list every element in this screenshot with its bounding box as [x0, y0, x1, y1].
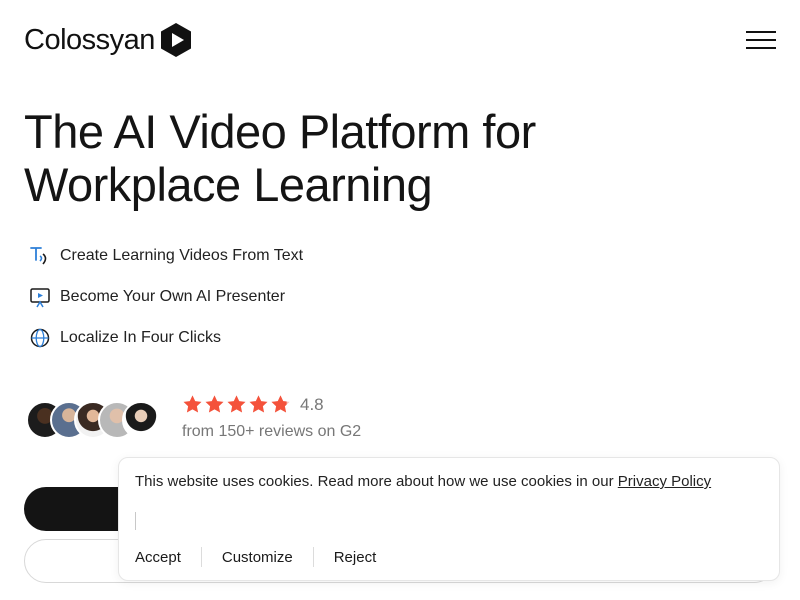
play-hexagon-icon [160, 23, 191, 57]
cookie-actions: Accept Customize Reject [135, 546, 376, 568]
star-icon [249, 395, 268, 413]
partial-star-icon [271, 395, 290, 413]
avatar [122, 401, 160, 439]
feature-label: Create Learning Videos From Text [60, 247, 304, 264]
reviews-count: from 150+ reviews on G2 [182, 423, 362, 440]
colossyan-logo[interactable]: Colossyan [24, 22, 193, 58]
site-header: Colossyan [0, 0, 800, 80]
globe-icon [28, 326, 52, 350]
star-icon [205, 395, 224, 413]
feature-item: Create Learning Videos From Text [28, 244, 303, 268]
button-separator [312, 547, 314, 567]
privacy-policy-link[interactable]: Privacy Policy [618, 473, 711, 490]
logo-text: Colossyan [24, 24, 155, 56]
cookie-banner: This website uses cookies. Read more abo… [118, 457, 780, 581]
text-to-speech-icon [28, 244, 52, 268]
hero-title: The AI Video Platform for Workplace Lear… [24, 105, 536, 211]
feature-list: Create Learning Videos From Text Become … [28, 244, 303, 367]
star-icon [183, 395, 202, 413]
feature-item: Become Your Own AI Presenter [28, 285, 303, 309]
feature-item: Localize In Four Clicks [28, 326, 303, 350]
button-separator [200, 547, 202, 567]
cookie-message-text: This website uses cookies. Read more abo… [135, 473, 614, 490]
star-rating: 4.8 [182, 394, 324, 415]
cookie-message: This website uses cookies. Read more abo… [135, 473, 711, 490]
g2-rating: 4.8 from 150+ reviews on G2 [26, 393, 426, 447]
presenter-screen-icon [28, 285, 52, 309]
feature-label: Become Your Own AI Presenter [60, 288, 286, 305]
feature-label: Localize In Four Clicks [60, 329, 221, 346]
customize-cookies-button[interactable]: Customize [222, 549, 293, 566]
hamburger-menu-icon[interactable] [744, 28, 778, 52]
reject-cookies-button[interactable]: Reject [334, 549, 377, 566]
star-icon [227, 395, 246, 413]
rating-score: 4.8 [300, 394, 324, 414]
accept-cookies-button[interactable]: Accept [135, 549, 181, 566]
cookie-divider [135, 512, 136, 530]
